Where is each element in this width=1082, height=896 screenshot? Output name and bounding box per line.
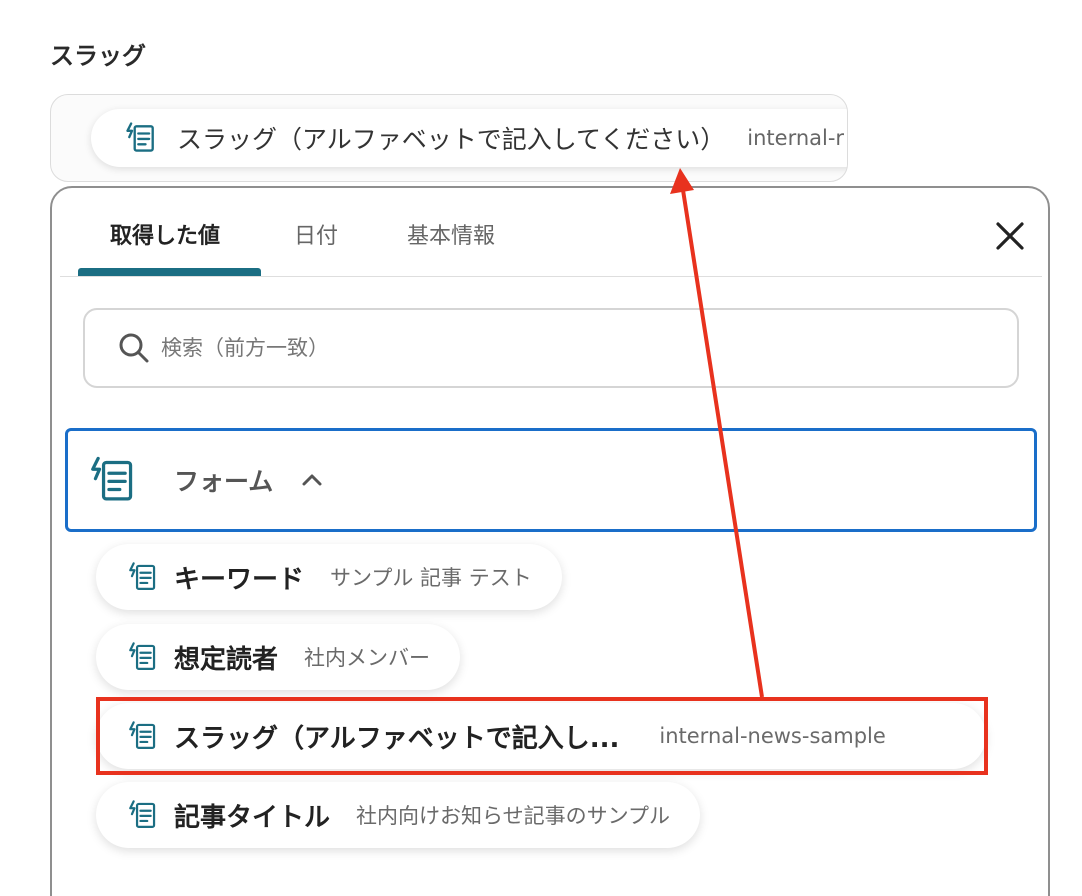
list-item-keyword[interactable]: キーワード サンプル 記事 テスト (96, 544, 562, 610)
form-icon (126, 719, 160, 753)
slug-field[interactable]: スラッグ（アルファベットで記入してください） internal-r (50, 94, 848, 182)
list-item-article-title[interactable]: 記事タイトル 社内向けお知らせ記事のサンプル (96, 782, 700, 848)
item-label: 想定読者 (174, 644, 279, 675)
tab-date[interactable]: 日付 (294, 218, 338, 250)
search-box[interactable] (83, 308, 1019, 388)
screen: スラッグ スラッグ（アルファベットで記入してください） internal-r 取… (0, 0, 1082, 896)
group-label: フォーム (174, 467, 274, 496)
item-value: 社内メンバー (304, 646, 431, 670)
form-icon (123, 120, 159, 156)
tab-bar: 取得した値 日付 基本情報 (60, 188, 1042, 277)
chip-value: internal-r (747, 126, 845, 150)
form-group-header[interactable]: フォーム (65, 428, 1037, 532)
item-value: internal-news-sample (659, 724, 886, 748)
chevron-up-icon[interactable] (299, 467, 325, 493)
chip-label: スラッグ（アルファベットで記入してください） (177, 125, 726, 154)
item-label: 記事タイトル (174, 802, 331, 833)
field-label: スラッグ (50, 42, 146, 70)
form-icon (126, 640, 160, 674)
form-icon (86, 453, 140, 507)
search-input[interactable] (159, 335, 963, 361)
slug-field-chip[interactable]: スラッグ（アルファベットで記入してください） internal-r (91, 109, 847, 167)
form-icon (126, 798, 160, 832)
active-tab-indicator (78, 268, 261, 276)
tab-obtained-values[interactable]: 取得した値 (110, 218, 220, 250)
search-icon (117, 331, 151, 365)
item-value: 社内向けお知らせ記事のサンプル (356, 804, 670, 828)
list-item-slug[interactable]: スラッグ（アルファベットで記入し... internal-news-sample (96, 703, 986, 769)
tab-basic-info[interactable]: 基本情報 (407, 218, 495, 250)
form-icon (126, 560, 160, 594)
item-label: スラッグ（アルファベットで記入し... (174, 723, 620, 754)
value-picker-panel: 取得した値 日付 基本情報 検索（前方一致） フォーム キーワード サンプル 記… (50, 186, 1050, 896)
item-value: サンプル 記事 テスト (330, 566, 532, 590)
close-icon[interactable] (988, 214, 1032, 258)
item-label: キーワード (174, 564, 305, 595)
list-item-audience[interactable]: 想定読者 社内メンバー (96, 624, 461, 690)
